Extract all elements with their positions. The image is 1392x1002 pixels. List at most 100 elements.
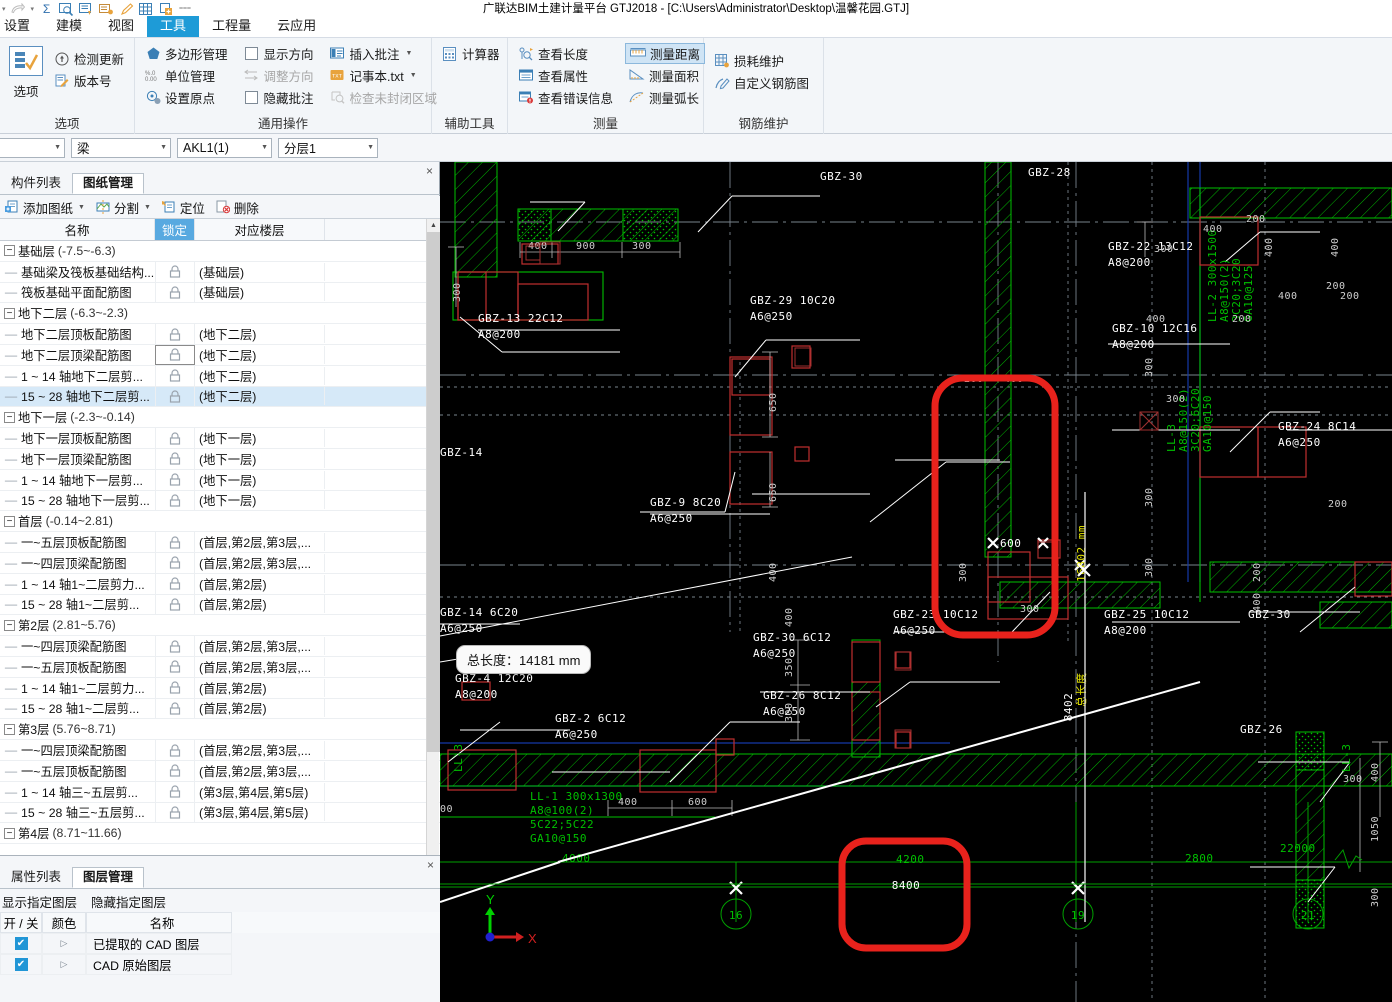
tree-group-row[interactable]: − 基础层 (-7.5~-6.3) [0,241,440,262]
layer-manager-tabs[interactable]: 属性列表 图层管理 [0,867,440,889]
measure-area-item[interactable]: 测量面积 [625,65,705,86]
sum-icon[interactable]: Σ [39,2,54,16]
tree-leaf-row[interactable]: — 地下一层顶梁配筋图 (地下一层) [0,448,440,470]
view-error-item[interactable]: 查看错误信息 [514,87,617,108]
insert-annotation-item[interactable]: 插入批注 ▼ [326,43,442,64]
collapse-toggle-icon[interactable]: − [4,411,15,423]
lock-icon[interactable] [155,344,195,365]
show-specified-layer-button[interactable]: 显示指定图层 [2,892,77,911]
chevron-down-icon[interactable]: ▼ [48,144,61,151]
polygon-manage-item[interactable]: 多边形管理 [141,43,232,64]
lock-icon[interactable] [155,573,195,594]
notepad-item[interactable]: TXT 记事本.txt ▼ [326,65,442,86]
lock-icon[interactable] [155,469,195,490]
tree-leaf-row[interactable]: — 地下二层顶板配筋图 (地下二层) [0,324,440,345]
view-attribute-item[interactable]: 查看属性 [514,65,617,86]
layer-table[interactable]: 开 / 关 颜色 名称 ✔ ▷ 已提取的 CAD 图层 ✔ ▷ CAD 原始图层 [0,912,440,975]
lock-icon[interactable] [155,365,195,386]
locate-button[interactable]: 定位 [161,198,205,217]
tree-leaf-row[interactable]: —1 ~ 14 轴1~二层剪力... (首层,第2层) [0,573,440,595]
view-length-item[interactable]: 查看长度 [514,43,617,64]
drawing-tree-body[interactable]: − 基础层 (-7.5~-6.3) — 基础梁及筏板基础结构... (基础层) — 筏板基础… [0,241,440,845]
tree-group-row[interactable]: − 地下二层 (-6.3~-2.3) [0,303,440,325]
layer-row[interactable]: ✔ ▷ CAD 原始图层 [0,954,440,975]
report-icon[interactable] [99,2,114,16]
collapse-toggle-icon[interactable]: − [4,827,15,839]
add-drawing-button[interactable]: 添加图纸 ▼ [4,198,85,217]
qat-more-icon[interactable]: ⩶ [179,5,191,13]
chevron-down-icon[interactable]: ▼ [410,72,417,79]
col-header-floor[interactable]: 对应楼层 [195,219,325,240]
unit-manage-item[interactable]: %.0 0.00 单位管理 [141,65,232,86]
col-header-lock[interactable]: 锁定 [155,219,195,240]
loss-maintain-item[interactable]: 损耗维护 [710,50,813,71]
combo-element-type[interactable]: 梁 ▼ [71,137,171,158]
chevron-down-icon[interactable]: ▼ [144,204,151,211]
lock-icon[interactable] [155,677,195,698]
show-direction-item[interactable]: 显示方向 [240,43,318,64]
tree-leaf-row[interactable]: — 一~四层顶梁配筋图 (首层,第2层,第3层,... [0,552,440,574]
tab-component-list[interactable]: 构件列表 [0,173,72,194]
lock-icon[interactable] [155,386,195,407]
collapse-toggle-icon[interactable]: − [4,619,15,631]
calculator-item[interactable]: 计算器 [438,43,504,64]
measure-distance-item[interactable]: 测量距离 [625,43,706,64]
drawing-tree-scrollbar[interactable]: ▲ ▼ [426,219,440,914]
ribbon-tab-settings[interactable]: 设置 [0,16,43,37]
lock-icon[interactable] [155,656,195,677]
grid-icon[interactable] [139,2,154,16]
hide-annotation-item[interactable]: 隐藏批注 [240,87,318,108]
chevron-down-icon[interactable]: ▼ [361,144,374,151]
chevron-down-icon[interactable]: ▼ [406,50,413,57]
tree-leaf-row[interactable]: —15 ~ 28 轴地下一层剪... (地下一层) [0,490,440,512]
lock-icon[interactable] [155,448,195,469]
ribbon-tab-quantity[interactable]: 工程量 [199,16,264,37]
lock-icon[interactable] [155,428,195,448]
lock-icon[interactable] [155,261,195,282]
drawing-manager-tabs[interactable]: 构件列表 图纸管理 [0,173,440,195]
collapse-toggle-icon[interactable]: − [4,515,15,527]
tree-leaf-row[interactable]: — 地下二层顶梁配筋图 (地下二层) [0,344,440,366]
lock-icon[interactable] [155,532,195,552]
redo-icon[interactable] [11,2,26,16]
lock-icon[interactable] [155,760,195,781]
tree-leaf-row[interactable]: —15 ~ 28 轴1~二层剪... (首层,第2层) [0,698,440,720]
lock-icon[interactable] [155,781,195,802]
layer-color-expander[interactable]: ▷ [42,933,86,954]
zoom-select-icon[interactable] [59,2,74,16]
qat-redo-caret[interactable]: ▾ [31,5,35,13]
tree-leaf-row[interactable]: —15 ~ 28 轴地下二层剪... (地下二层) [0,386,440,408]
tree-group-row[interactable]: − 第2层 (2.81~5.76) [0,615,440,637]
tree-leaf-row[interactable]: — 地下一层顶板配筋图 (地下一层) [0,428,440,449]
chevron-down-icon[interactable]: ▼ [255,144,268,151]
collapse-toggle-icon[interactable]: − [4,307,15,319]
chevron-down-icon[interactable]: ▼ [154,144,167,151]
layer-onoff-checkbox[interactable]: ✔ [0,954,42,975]
tree-group-row[interactable]: − 第3层 (5.76~8.71) [0,719,440,741]
combo-category[interactable]: ▼ [0,137,65,158]
ribbon-tab-cloud[interactable]: 云应用 [264,16,329,37]
tab-layer-manager[interactable]: 图层管理 [72,867,145,888]
tab-property-list[interactable]: 属性列表 [0,867,72,888]
tree-group-row[interactable]: − 首层 (-0.14~2.81) [0,511,440,533]
tree-leaf-row[interactable]: — 一~五层顶板配筋图 (首层,第2层,第3层,... [0,532,440,553]
tree-leaf-row[interactable]: — 一~五层顶板配筋图 (首层,第2层,第3层,... [0,760,440,782]
layer-color-expander[interactable]: ▷ [42,954,86,975]
tree-leaf-row[interactable]: —15 ~ 28 轴三~五层剪... (第3层,第4层,第5层) [0,802,440,824]
checkbox-icon[interactable] [244,90,260,106]
tree-leaf-row[interactable]: —1 ~ 14 轴地下二层剪... (地下二层) [0,365,440,387]
collapse-toggle-icon[interactable]: − [4,723,15,735]
measure-arc-item[interactable]: 测量弧长 [625,87,705,108]
tree-group-row[interactable]: − 地下一层 (-2.3~-0.14) [0,407,440,429]
ribbon-tab-strip[interactable]: 设置 建模 视图 工具 工程量 云应用 [0,16,1392,38]
col-header-name[interactable]: 名称 [0,219,155,240]
tree-leaf-row[interactable]: —1 ~ 14 轴三~五层剪... (第3层,第4层,第5层) [0,781,440,803]
ribbon-tab-view[interactable]: 视图 [95,16,147,37]
hide-specified-layer-button[interactable]: 隐藏指定图层 [91,892,166,911]
list-icon[interactable] [79,2,94,16]
lock-icon[interactable] [155,698,195,719]
delete-button[interactable]: 删除 [215,198,259,217]
lock-icon[interactable] [155,282,195,303]
layer-onoff-checkbox[interactable]: ✔ [0,933,42,954]
tree-group-row[interactable]: − 第4层 (8.71~11.66) [0,823,440,845]
